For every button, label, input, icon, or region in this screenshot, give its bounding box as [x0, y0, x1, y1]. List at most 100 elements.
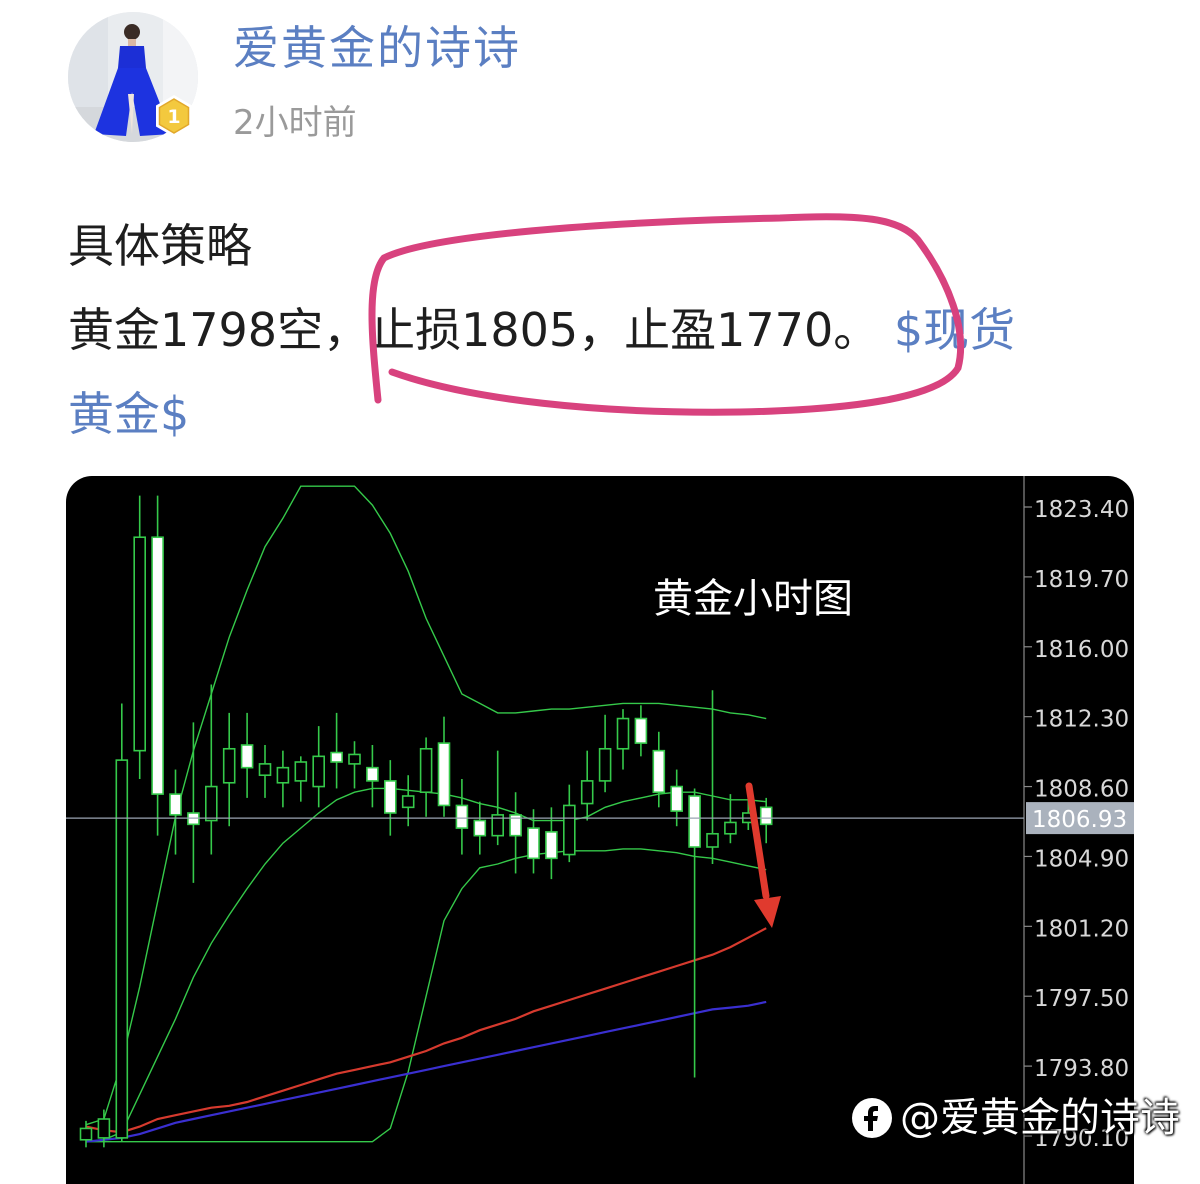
candle-body	[652, 749, 666, 794]
indicator-line-4	[85, 927, 767, 1134]
chart-canvas: 1823.40 1819.70 1816.00 1812.30 1808.60 1804.…	[66, 476, 1134, 1184]
candle-body	[419, 747, 433, 794]
candle-body	[724, 821, 737, 835]
level-badge: 1	[150, 92, 198, 140]
candle	[222, 712, 236, 827]
stop-target-text: 止损1805，止盈1770。	[369, 303, 880, 357]
price-tick-label: 1823.40	[1034, 497, 1129, 523]
candle-body	[527, 827, 540, 860]
price-tick-label: 1819.70	[1034, 567, 1129, 593]
price-tick-label: 1812.30	[1034, 707, 1129, 733]
candle-body	[366, 766, 379, 782]
candle-body	[312, 755, 325, 788]
candle-body	[330, 751, 343, 763]
current-price-line: 1806.93	[66, 802, 1134, 835]
price-tick-label: 1816.00	[1034, 637, 1129, 663]
candle	[348, 741, 361, 789]
candle	[79, 1120, 93, 1148]
candle-body	[169, 793, 182, 816]
candle	[330, 712, 343, 789]
indicator-line-5	[85, 1000, 767, 1143]
candle-body	[545, 831, 558, 860]
hashtag-link[interactable]: $现货	[894, 303, 1015, 357]
level-badge-number: 1	[167, 106, 180, 128]
candle-body	[97, 1118, 111, 1139]
candle	[276, 750, 290, 808]
candle	[205, 684, 218, 855]
candle	[598, 714, 612, 793]
watermark: @爱黄金的诗诗	[850, 1090, 1180, 1146]
candle-body	[294, 761, 308, 782]
candle-body	[616, 717, 630, 750]
candle	[706, 690, 719, 864]
post-line-1: 具体策略	[68, 204, 1148, 288]
candle	[187, 722, 200, 883]
candle	[366, 745, 379, 808]
candle	[634, 705, 648, 757]
post-time: 2小时前	[233, 103, 357, 143]
candle-body	[383, 780, 397, 814]
candle-body	[348, 753, 361, 765]
candle	[580, 750, 594, 821]
candle	[294, 756, 308, 802]
author-name[interactable]: 爱黄金的诗诗	[233, 18, 521, 78]
price-tick-label: 1808.60	[1034, 777, 1129, 803]
candle-body	[562, 804, 576, 856]
strategy-heading: 具体策略	[68, 219, 252, 273]
candle-body	[151, 536, 164, 795]
candle-body	[222, 747, 236, 784]
candle-body	[133, 536, 146, 752]
candle	[652, 731, 666, 808]
gold-hourly-chart: 1823.40 1819.70 1816.00 1812.30 1808.60 1804.…	[66, 476, 1134, 1184]
candle	[688, 788, 701, 1078]
candle-body	[670, 785, 684, 812]
entry-text: 黄金1798空，	[68, 303, 370, 357]
candle-body	[205, 785, 218, 822]
candle-body	[79, 1127, 93, 1141]
chart-title: 黄金小时图	[653, 576, 853, 622]
post-body: 具体策略 黄金1798空，止损1805，止盈1770。 $现货 黄金$	[68, 204, 1148, 456]
candle	[616, 709, 630, 770]
candle	[437, 716, 451, 817]
candle	[240, 712, 254, 798]
candle-body	[240, 744, 254, 769]
candle-body	[437, 742, 451, 807]
candle	[473, 801, 487, 855]
candle	[258, 745, 272, 798]
candle	[151, 495, 164, 836]
candle	[133, 495, 146, 779]
candle-body	[473, 819, 487, 837]
toutiao-logo-icon	[850, 1096, 894, 1140]
candle	[491, 750, 505, 846]
price-tick-label: 1793.80	[1034, 1056, 1129, 1082]
candle-body	[706, 832, 719, 848]
candle	[383, 760, 397, 836]
candle	[562, 784, 576, 863]
price-tick-label: 1801.20	[1034, 916, 1129, 942]
watermark-text: @爱黄金的诗诗	[900, 1095, 1180, 1141]
candle	[115, 703, 129, 1142]
hashtag-link-continued[interactable]: 黄金$	[68, 387, 189, 441]
candle-body	[598, 747, 612, 782]
candle-body	[688, 795, 701, 848]
candle-body	[759, 806, 773, 826]
candle-body	[634, 717, 648, 744]
current-price-label: 1806.93	[1032, 807, 1127, 833]
candle-body	[276, 766, 290, 784]
candle-body	[455, 804, 469, 829]
price-tick-label: 1804.90	[1034, 846, 1129, 872]
candle-body	[580, 780, 594, 805]
candle	[509, 792, 522, 874]
post-line-3: 黄金$	[68, 372, 1148, 456]
candle-body	[115, 759, 129, 1139]
indicator-line-1	[85, 787, 767, 1143]
candle	[312, 726, 325, 808]
candle	[169, 769, 182, 855]
candle	[759, 797, 773, 844]
indicator-line-3	[86, 848, 767, 1143]
candle	[419, 737, 433, 817]
level-badge-icon: 1	[156, 95, 192, 137]
candle-body	[401, 795, 415, 809]
candle	[455, 779, 469, 855]
post-line-2: 黄金1798空，止损1805，止盈1770。 $现货	[68, 288, 1148, 372]
